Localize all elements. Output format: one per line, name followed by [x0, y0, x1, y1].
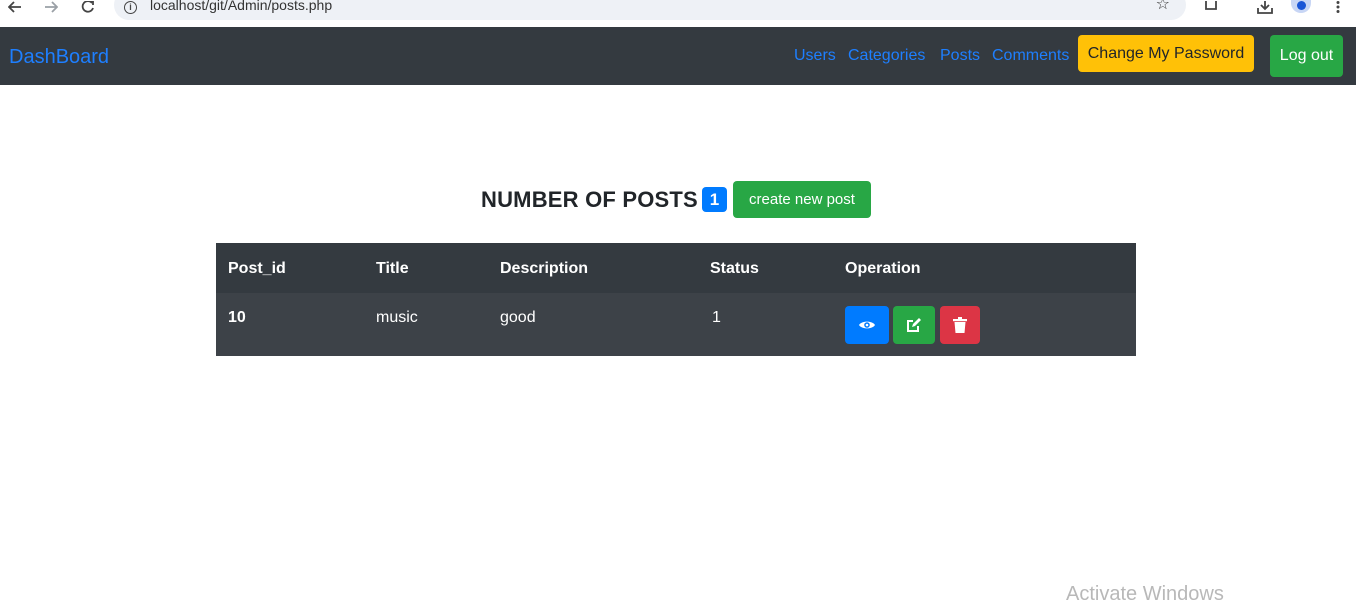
posts-table: Post_id Title Description Status Operati… [216, 243, 1136, 356]
post-count-badge: 1 [702, 187, 727, 212]
delete-post-button[interactable] [940, 306, 980, 344]
edit-icon [906, 317, 922, 333]
cell-title: music [376, 309, 418, 326]
brand-link[interactable]: DashBoard [9, 45, 109, 69]
create-post-button[interactable]: create new post [733, 181, 871, 218]
table-header: Post_id Title Description Status Operati… [216, 243, 1136, 294]
url-text[interactable]: localhost/git/Admin/posts.php [150, 0, 332, 13]
column-header-description: Description [500, 260, 589, 277]
posts-heading: NUMBER OF POSTS 1 create new post [0, 181, 1356, 219]
info-icon[interactable]: i [124, 1, 137, 14]
back-icon[interactable] [4, 0, 26, 14]
view-icon [858, 319, 876, 331]
profile-icon[interactable] [1291, 0, 1311, 13]
column-header-title: Title [376, 260, 409, 277]
delete-icon [953, 317, 967, 333]
cell-status: 1 [712, 309, 721, 326]
navbar: DashBoard Users Categories Posts Comment… [0, 27, 1356, 85]
edit-post-button[interactable] [893, 306, 935, 344]
nav-link-comments[interactable]: Comments [992, 46, 1069, 66]
star-icon[interactable]: ☆ [1156, 0, 1170, 13]
nav-link-categories[interactable]: Categories [848, 46, 925, 66]
activate-windows-watermark: Activate Windows [1066, 583, 1224, 605]
address-bar[interactable]: i localhost/git/Admin/posts.php ☆ [114, 0, 1186, 20]
download-icon[interactable] [1254, 0, 1276, 14]
page-title: NUMBER OF POSTS [481, 187, 698, 212]
table-row: 10 music good 1 [216, 293, 1136, 356]
column-header-post-id: Post_id [228, 260, 286, 277]
column-header-operation: Operation [845, 260, 921, 277]
nav-link-users[interactable]: Users [794, 46, 836, 66]
change-password-button[interactable]: Change My Password [1078, 35, 1254, 72]
view-post-button[interactable] [845, 306, 889, 344]
forward-icon[interactable] [40, 0, 62, 14]
logout-button[interactable]: Log out [1270, 35, 1343, 77]
reload-icon[interactable] [76, 0, 98, 14]
browser-toolbar: i localhost/git/Admin/posts.php ☆ [0, 0, 1356, 28]
column-header-status: Status [710, 260, 759, 277]
cell-post-id: 10 [228, 309, 246, 326]
menu-icon[interactable] [1327, 0, 1349, 14]
extensions-icon[interactable] [1200, 0, 1222, 14]
cell-description: good [500, 309, 536, 326]
nav-link-posts[interactable]: Posts [940, 46, 980, 66]
